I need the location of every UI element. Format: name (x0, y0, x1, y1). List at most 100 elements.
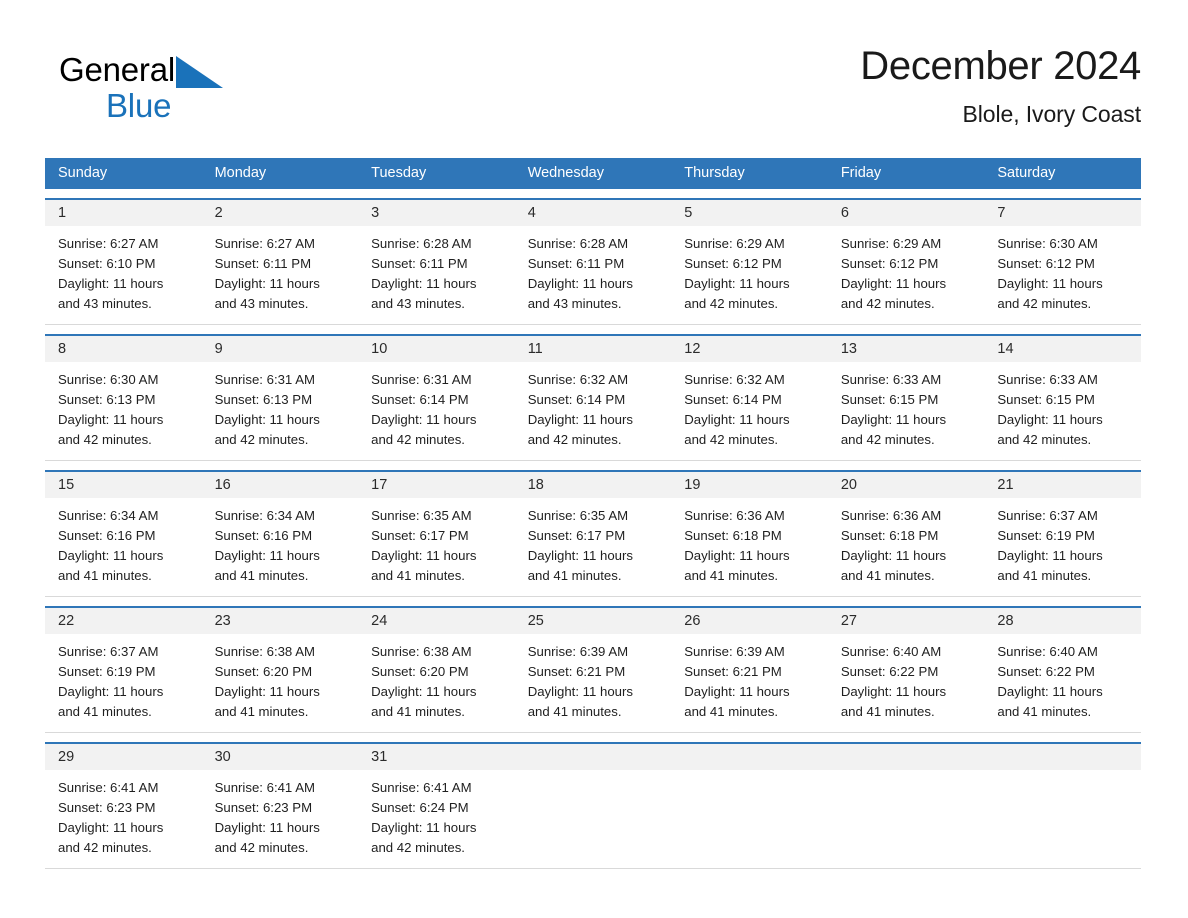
date-number[interactable]: 2 (202, 200, 359, 226)
sunset-text: Sunset: 6:19 PM (58, 664, 156, 679)
date-number[interactable]: 7 (984, 200, 1141, 226)
daylight-text-line1: Daylight: 11 hours (371, 684, 477, 699)
date-number[interactable]: 27 (828, 608, 985, 634)
date-number[interactable]: 16 (202, 472, 359, 498)
sunrise-text: Sunrise: 6:32 AM (684, 372, 785, 387)
day-cell[interactable]: Sunrise: 6:38 AM Sunset: 6:20 PM Dayligh… (202, 634, 359, 732)
date-number[interactable]: 6 (828, 200, 985, 226)
week-detail-band: Sunrise: 6:27 AM Sunset: 6:10 PM Dayligh… (45, 226, 1141, 325)
date-cell-empty (828, 744, 985, 770)
day-cell[interactable]: Sunrise: 6:35 AM Sunset: 6:17 PM Dayligh… (358, 498, 515, 596)
date-number[interactable]: 18 (515, 472, 672, 498)
day-cell[interactable]: Sunrise: 6:35 AM Sunset: 6:17 PM Dayligh… (515, 498, 672, 596)
sunset-text: Sunset: 6:23 PM (58, 800, 156, 815)
date-number[interactable]: 3 (358, 200, 515, 226)
sunrise-text: Sunrise: 6:33 AM (840, 372, 942, 387)
date-number[interactable]: 25 (515, 608, 672, 634)
date-number[interactable]: 23 (202, 608, 359, 634)
day-cell[interactable]: Sunrise: 6:41 AM Sunset: 6:23 PM Dayligh… (202, 770, 359, 868)
date-cell-empty (671, 744, 828, 770)
daylight-text-line1: Daylight: 11 hours (684, 684, 790, 699)
day-cell[interactable]: Sunrise: 6:32 AM Sunset: 6:14 PM Dayligh… (671, 362, 828, 460)
day-cell[interactable]: Sunrise: 6:38 AM Sunset: 6:20 PM Dayligh… (358, 634, 515, 732)
date-number[interactable]: 19 (671, 472, 828, 498)
daylight-text-line1: Daylight: 11 hours (527, 276, 633, 291)
day-cell[interactable]: Sunrise: 6:36 AM Sunset: 6:18 PM Dayligh… (828, 498, 985, 596)
day-cell[interactable]: Sunrise: 6:39 AM Sunset: 6:21 PM Dayligh… (671, 634, 828, 732)
day-cell[interactable]: Sunrise: 6:30 AM Sunset: 6:12 PM Dayligh… (984, 226, 1141, 324)
daylight-text-line2: and 41 minutes. (371, 568, 465, 583)
day-cell[interactable]: Sunrise: 6:40 AM Sunset: 6:22 PM Dayligh… (984, 634, 1141, 732)
date-number[interactable]: 1 (45, 200, 202, 226)
day-cell[interactable]: Sunrise: 6:34 AM Sunset: 6:16 PM Dayligh… (45, 498, 202, 596)
sunrise-text: Sunrise: 6:30 AM (997, 236, 1098, 251)
sunset-text: Sunset: 6:15 PM (840, 392, 939, 407)
date-number[interactable]: 28 (984, 608, 1141, 634)
day-cell[interactable]: Sunrise: 6:33 AM Sunset: 6:15 PM Dayligh… (984, 362, 1141, 460)
date-number[interactable]: 14 (984, 336, 1141, 362)
day-cell[interactable]: Sunrise: 6:36 AM Sunset: 6:18 PM Dayligh… (671, 498, 828, 596)
date-number[interactable]: 26 (671, 608, 828, 634)
sunrise-text: Sunrise: 6:41 AM (58, 780, 159, 795)
date-number[interactable]: 11 (515, 336, 672, 362)
calendar-week-row: 22 23 24 25 26 27 28 Sunrise: 6:37 AM Su… (45, 606, 1141, 733)
date-number[interactable]: 8 (45, 336, 202, 362)
date-number[interactable]: 29 (45, 744, 202, 770)
day-cell[interactable]: Sunrise: 6:31 AM Sunset: 6:14 PM Dayligh… (358, 362, 515, 460)
sunset-text: Sunset: 6:12 PM (840, 256, 939, 271)
dow-tuesday: Tuesday (371, 165, 427, 181)
day-cell[interactable]: Sunrise: 6:30 AM Sunset: 6:13 PM Dayligh… (45, 362, 202, 460)
sunset-text: Sunset: 6:24 PM (371, 800, 469, 815)
day-cell[interactable]: Sunrise: 6:27 AM Sunset: 6:10 PM Dayligh… (45, 226, 202, 324)
date-number[interactable]: 5 (671, 200, 828, 226)
day-cell[interactable]: Sunrise: 6:37 AM Sunset: 6:19 PM Dayligh… (984, 498, 1141, 596)
day-cell[interactable]: Sunrise: 6:33 AM Sunset: 6:15 PM Dayligh… (828, 362, 985, 460)
date-number[interactable]: 30 (202, 744, 359, 770)
generalblue-logo[interactable]: General Blue (59, 52, 319, 132)
date-number[interactable]: 17 (358, 472, 515, 498)
day-cell-empty (984, 770, 1141, 868)
day-cell[interactable]: Sunrise: 6:41 AM Sunset: 6:23 PM Dayligh… (45, 770, 202, 868)
sunset-text: Sunset: 6:21 PM (527, 664, 626, 679)
date-number[interactable]: 31 (358, 744, 515, 770)
day-cell-empty (671, 770, 828, 868)
sunset-text: Sunset: 6:14 PM (684, 392, 782, 407)
sunrise-text: Sunrise: 6:40 AM (840, 644, 942, 659)
day-cell[interactable]: Sunrise: 6:29 AM Sunset: 6:12 PM Dayligh… (671, 226, 828, 324)
day-cell[interactable]: Sunrise: 6:32 AM Sunset: 6:14 PM Dayligh… (515, 362, 672, 460)
day-cell[interactable]: Sunrise: 6:31 AM Sunset: 6:13 PM Dayligh… (202, 362, 359, 460)
date-number[interactable]: 13 (828, 336, 985, 362)
date-number[interactable]: 9 (202, 336, 359, 362)
daylight-text-line2: and 41 minutes. (997, 704, 1092, 719)
daylight-text-line2: and 42 minutes. (997, 296, 1092, 311)
daylight-text-line2: and 41 minutes. (684, 568, 779, 583)
date-number[interactable]: 12 (671, 336, 828, 362)
sunrise-text: Sunrise: 6:28 AM (527, 236, 629, 251)
date-number[interactable]: 15 (45, 472, 202, 498)
day-cell[interactable]: Sunrise: 6:37 AM Sunset: 6:19 PM Dayligh… (45, 634, 202, 732)
date-number[interactable]: 22 (45, 608, 202, 634)
daylight-text-line2: and 41 minutes. (997, 568, 1092, 583)
day-cell[interactable]: Sunrise: 6:28 AM Sunset: 6:11 PM Dayligh… (515, 226, 672, 324)
sunrise-text: Sunrise: 6:29 AM (840, 236, 942, 251)
day-cell[interactable]: Sunrise: 6:41 AM Sunset: 6:24 PM Dayligh… (358, 770, 515, 868)
sunrise-text: Sunrise: 6:40 AM (997, 644, 1098, 659)
date-number[interactable]: 10 (358, 336, 515, 362)
logo-text-general: General (59, 51, 176, 88)
date-number[interactable]: 24 (358, 608, 515, 634)
sunset-text: Sunset: 6:20 PM (371, 664, 469, 679)
date-number[interactable]: 4 (515, 200, 672, 226)
daylight-text-line2: and 42 minutes. (840, 296, 935, 311)
day-cell[interactable]: Sunrise: 6:40 AM Sunset: 6:22 PM Dayligh… (828, 634, 985, 732)
week-date-band: 15 16 17 18 19 20 21 (45, 472, 1141, 498)
day-cell[interactable]: Sunrise: 6:34 AM Sunset: 6:16 PM Dayligh… (202, 498, 359, 596)
day-cell[interactable]: Sunrise: 6:28 AM Sunset: 6:11 PM Dayligh… (358, 226, 515, 324)
day-cell[interactable]: Sunrise: 6:29 AM Sunset: 6:12 PM Dayligh… (828, 226, 985, 324)
daylight-text-line1: Daylight: 11 hours (214, 820, 320, 835)
day-cell[interactable]: Sunrise: 6:27 AM Sunset: 6:11 PM Dayligh… (202, 226, 359, 324)
day-cell[interactable]: Sunrise: 6:39 AM Sunset: 6:21 PM Dayligh… (515, 634, 672, 732)
date-number[interactable]: 21 (984, 472, 1141, 498)
date-number[interactable]: 20 (828, 472, 985, 498)
calendar-week-row: 8 9 10 11 12 13 14 Sunrise: 6:30 AM Suns… (45, 334, 1141, 461)
daylight-text-line1: Daylight: 11 hours (997, 276, 1103, 291)
